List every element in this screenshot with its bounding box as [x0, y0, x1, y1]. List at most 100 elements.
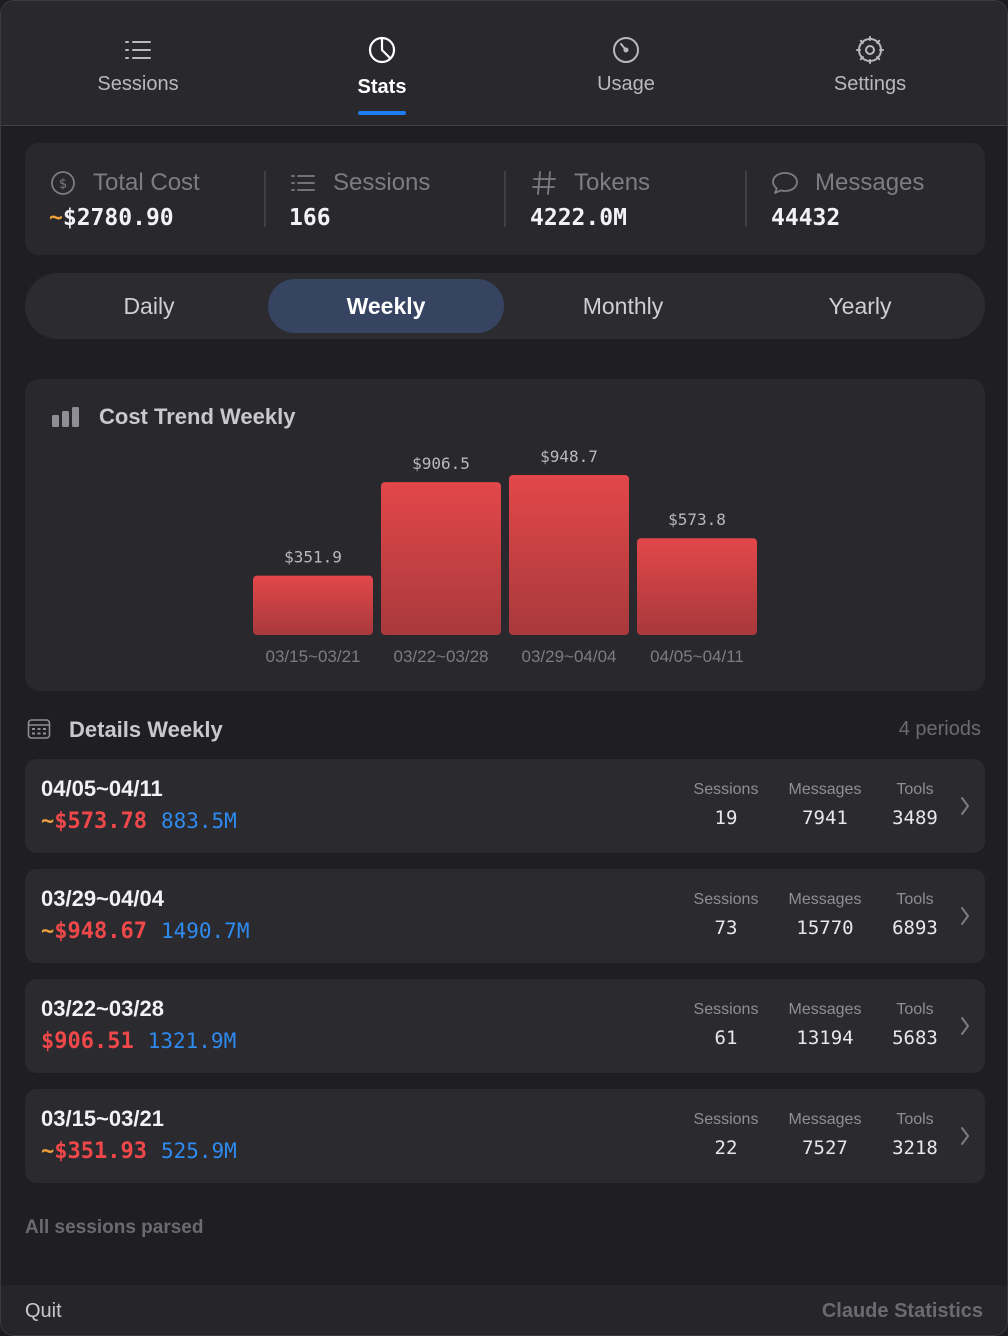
x-tick-label: 03/15~03/21: [265, 647, 360, 666]
period-row[interactable]: 03/29~04/04 ~$948.67 1490.7M Sessions 73 M…: [25, 869, 985, 963]
period-cost: ~$351.93 525.9M: [41, 1139, 237, 1164]
metric-tools: Tools 3489: [865, 781, 965, 829]
period-tokens: 1490.7M: [160, 919, 250, 943]
period-cost-amount: $906.51: [41, 1029, 134, 1054]
tab-stats[interactable]: Stats: [302, 1, 462, 125]
bar-value-label: $573.8: [668, 510, 726, 529]
chevron-right-icon: [961, 1127, 969, 1145]
metric-messages: Messages 13194: [775, 1001, 875, 1049]
metric-sessions: Sessions 22: [676, 1111, 776, 1159]
bar-value-label: $906.5: [412, 454, 470, 473]
metric-value: 61: [714, 1027, 738, 1049]
top-nav: Sessions Stats Usage Settings: [1, 1, 1007, 126]
hash-icon: [532, 171, 556, 195]
parse-status: All sessions parsed: [25, 1217, 204, 1238]
metric-value: 7527: [802, 1137, 848, 1159]
list-icon: [291, 175, 315, 191]
tokens-value: 4222.0M: [530, 205, 627, 231]
segment-weekly[interactable]: Weekly: [268, 279, 504, 333]
chart-bar: [381, 482, 501, 635]
chevron-right-icon: [961, 1017, 969, 1035]
period-label: 03/22~03/28: [41, 996, 164, 1021]
metric-label: Sessions: [693, 781, 759, 798]
metric-label: Tools: [896, 891, 934, 908]
approx-marker: ~: [49, 205, 63, 231]
tab-usage[interactable]: Usage: [546, 1, 706, 125]
details-title: Details Weekly: [69, 717, 223, 742]
metric-tools: Tools 3218: [865, 1111, 965, 1159]
bar-value-label: $948.7: [540, 447, 598, 466]
metric-messages: Messages 7941: [775, 781, 875, 829]
period-tokens: 883.5M: [160, 809, 237, 833]
tab-settings[interactable]: Settings: [790, 1, 950, 125]
bar-value-label: $351.9: [284, 548, 342, 567]
pie-chart-icon: [368, 36, 396, 64]
cost-trend-card: Cost Trend Weekly $351.9 03/15~03/21 $906.…: [25, 379, 985, 691]
metric-value: 3218: [892, 1137, 938, 1159]
stat-total-cost: $ Total Cost ~$2780.90: [25, 143, 265, 255]
metric-tools: Tools 5683: [865, 1001, 965, 1049]
period-row[interactable]: 03/15~03/21 ~$351.93 525.9M Sessions 22 Me…: [25, 1089, 985, 1183]
metric-label: Sessions: [693, 1001, 759, 1018]
calendar-icon: [27, 719, 51, 739]
x-tick-label: 03/22~03/28: [393, 647, 488, 666]
metric-value: 6893: [892, 917, 938, 939]
total-cost-amount: $2780.90: [62, 205, 174, 231]
tab-sessions[interactable]: Sessions: [58, 1, 218, 125]
metric-value: 5683: [892, 1027, 938, 1049]
metric-label: Messages: [788, 781, 862, 798]
period-label: 04/05~04/11: [41, 776, 163, 801]
period-tokens: 525.9M: [160, 1139, 237, 1163]
messages-label: Messages: [815, 169, 925, 196]
stat-sessions: Sessions 166: [265, 143, 505, 255]
cost-trend-chart: $351.9 03/15~03/21 $906.5 03/22~03/28 $948.7…: [253, 447, 757, 666]
list-icon: [125, 41, 151, 59]
chevron-right-icon: [961, 907, 969, 925]
period-cost: ~$948.67 1490.7M: [41, 919, 249, 944]
chart-bar: [509, 475, 629, 635]
svg-text:$: $: [59, 177, 67, 192]
chart-bar: [637, 538, 757, 635]
approx-marker: ~: [41, 1139, 55, 1164]
metric-label: Messages: [788, 1111, 862, 1128]
tab-usage-label: Usage: [597, 73, 655, 95]
metric-label: Tools: [896, 781, 934, 798]
tab-stats-label: Stats: [357, 76, 407, 98]
total-cost-label: Total Cost: [93, 169, 200, 196]
segment-monthly[interactable]: Monthly: [505, 279, 741, 333]
x-tick-label: 03/29~04/04: [521, 647, 616, 666]
summary-card: $ Total Cost ~$2780.90 Sessions 166 Toke…: [25, 143, 985, 255]
gauge-icon: [613, 37, 639, 63]
period-row[interactable]: 03/22~03/28 $906.51 1321.9M Sessions 61 Me…: [25, 979, 985, 1073]
metric-sessions: Sessions 19: [676, 781, 776, 829]
x-tick-label: 04/05~04/11: [650, 647, 744, 666]
sessions-label: Sessions: [333, 169, 431, 196]
gear-icon: [856, 36, 884, 64]
bottom-bar: Quit Claude Statistics: [1, 1285, 1007, 1335]
metric-label: Messages: [788, 891, 862, 908]
messages-value: 44432: [771, 205, 841, 231]
metric-sessions: Sessions 73: [676, 891, 776, 939]
stat-tokens: Tokens 4222.0M: [506, 143, 746, 255]
approx-marker: ~: [41, 809, 55, 834]
metric-label: Tools: [896, 1111, 934, 1128]
app-name: Claude Statistics: [821, 1300, 983, 1322]
metric-label: Sessions: [693, 1111, 759, 1128]
metric-value: 13194: [796, 1027, 854, 1049]
chart-bar: [253, 575, 373, 635]
metric-label: Sessions: [693, 891, 759, 908]
metric-label: Tools: [896, 1001, 934, 1018]
dollar-circle-icon: $: [51, 171, 75, 195]
metric-value: 19: [714, 807, 738, 829]
period-row[interactable]: 04/05~04/11 ~$573.78 883.5M Sessions 19 Me…: [25, 759, 985, 853]
quit-button[interactable]: Quit: [25, 1300, 62, 1323]
metric-value: 7941: [802, 807, 848, 829]
stat-messages: Messages 44432: [747, 143, 987, 255]
segment-daily[interactable]: Daily: [31, 279, 267, 333]
metric-value: 22: [714, 1137, 738, 1159]
period-cost-amount: $351.93: [54, 1139, 147, 1164]
tab-settings-label: Settings: [833, 73, 907, 95]
segment-yearly[interactable]: Yearly: [742, 279, 978, 333]
metric-messages: Messages 15770: [775, 891, 875, 939]
period-label: 03/15~03/21: [41, 1106, 164, 1131]
